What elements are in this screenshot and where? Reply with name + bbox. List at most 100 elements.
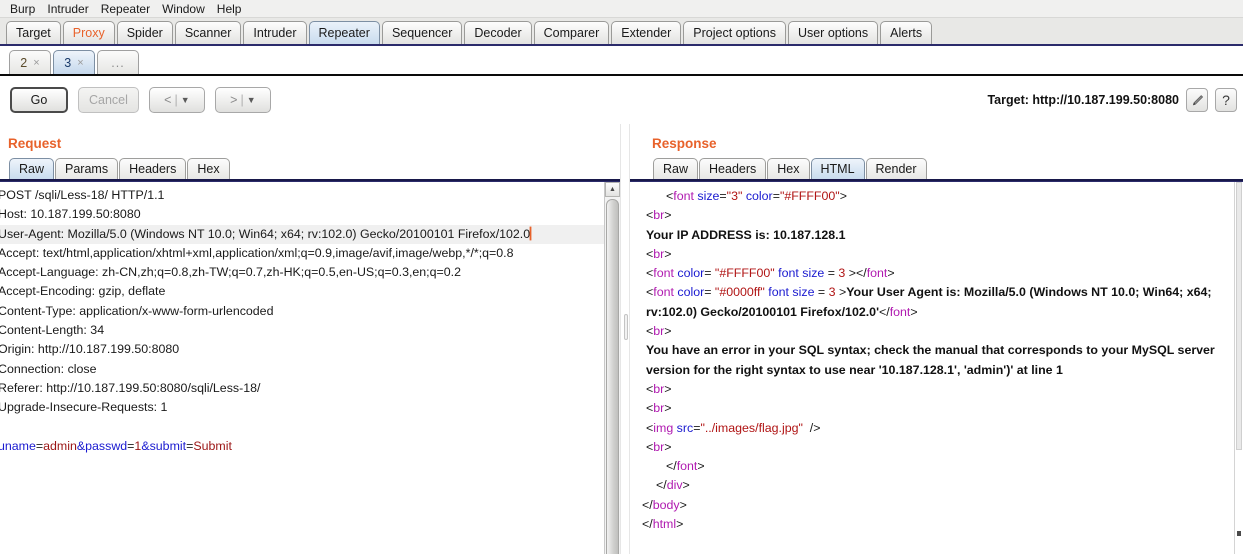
request-line: Upgrade-Insecure-Requests: 1	[0, 398, 620, 417]
response-tab-html[interactable]: HTML	[810, 158, 865, 179]
response-line: <br>	[642, 206, 1233, 225]
tab-extender[interactable]: Extender	[611, 21, 682, 44]
param-value: admin	[43, 438, 77, 453]
request-line-text: Host: 10.187.199.50:8080	[0, 207, 141, 222]
request-vertical-scrollbar[interactable]: ▲ ▼	[604, 182, 620, 554]
request-line-text: POST /sqli/Less-18/ HTTP/1.1	[0, 188, 165, 202]
help-button[interactable]: ?	[1215, 88, 1237, 112]
edit-target-button[interactable]	[1186, 88, 1208, 112]
response-token-tag: br	[653, 208, 665, 223]
response-token-val: "#0000ff"	[714, 285, 765, 300]
tab-label: Hex	[777, 162, 800, 176]
request-tab-headers[interactable]: Headers	[119, 158, 187, 179]
tab-label: Project options	[693, 26, 776, 40]
repeater-tab-label: 3	[64, 55, 72, 70]
response-token-attr: src	[676, 420, 694, 435]
response-token-tag: font	[889, 304, 911, 319]
splitter-grip[interactable]	[624, 314, 628, 340]
tab-label: HTML	[820, 162, 855, 176]
menu-item-repeater[interactable]: Repeater	[95, 1, 156, 17]
response-tab-raw[interactable]: Raw	[653, 158, 699, 179]
close-icon[interactable]: ×	[77, 57, 83, 69]
repeater-tab-3[interactable]: 3 ×	[53, 50, 95, 74]
tab-project-options[interactable]: Project options	[683, 21, 786, 44]
response-token-brk: >	[664, 208, 672, 223]
scroll-up-icon[interactable]: ▲	[605, 182, 620, 197]
tab-spider[interactable]: Spider	[116, 21, 173, 44]
response-token-brk: >	[676, 517, 684, 532]
request-editor[interactable]: POST /sqli/Less-18/ HTTP/1.1 Host: 10.187…	[0, 181, 620, 554]
tab-repeater[interactable]: Repeater	[308, 21, 380, 44]
response-token-tag: html	[652, 517, 677, 532]
repeater-toolbar: Go Cancel < | ▼ > | ▼ Target: http://10.…	[0, 76, 1243, 124]
target-label: Target: http://10.187.199.50:8080	[987, 93, 1179, 107]
tab-label: Comparer	[543, 26, 600, 40]
menu-item-help[interactable]: Help	[211, 1, 248, 17]
response-vertical-scrollbar[interactable]	[1234, 182, 1243, 554]
response-token-brk: </	[656, 478, 667, 493]
scrollbar-thumb[interactable]	[1236, 182, 1242, 450]
response-token-brk: </	[642, 497, 653, 512]
menu-item-burp[interactable]: Burp	[4, 1, 41, 17]
request-tab-raw[interactable]: Raw	[9, 158, 55, 179]
response-token-tag: br	[653, 324, 665, 339]
repeater-tab-2[interactable]: 2 ×	[9, 50, 51, 74]
request-line-text: Content-Type: application/x-www-form-url…	[0, 303, 274, 318]
tab-user-options[interactable]: User options	[787, 21, 879, 44]
request-line: Connection: close	[0, 360, 620, 379]
tab-target[interactable]: Target	[6, 21, 61, 44]
repeater-tab-label: 2	[20, 55, 28, 70]
response-tab-hex[interactable]: Hex	[767, 158, 810, 179]
response-line: </font>	[642, 457, 1233, 476]
response-token-attr: font	[778, 266, 799, 281]
response-line: </div>	[642, 476, 1233, 495]
tab-label: Render	[875, 162, 917, 176]
tab-label: Hex	[197, 162, 220, 176]
request-line-text: Accept-Language: zh-CN,zh;q=0.8,zh-TW;q=…	[0, 265, 461, 280]
target-area: Target: http://10.187.199.50:8080 ?	[987, 88, 1237, 112]
tab-label: Alerts	[890, 26, 923, 40]
forward-button[interactable]: > | ▼	[214, 87, 271, 113]
response-line: <font size="3" color="#FFFF00">	[642, 187, 1233, 206]
tab-proxy[interactable]: Proxy	[62, 21, 115, 44]
response-token-val: "#FFFF00"	[714, 266, 775, 281]
repeater-tab-moremoremore[interactable]: ...	[97, 50, 139, 74]
response-token-brk: >	[697, 459, 705, 474]
response-editor[interactable]: <font size="3" color="#FFFF00"> <br> Your …	[630, 181, 1243, 554]
response-token-brk: >	[679, 497, 687, 512]
cancel-button[interactable]: Cancel	[78, 87, 139, 113]
request-line: Accept-Language: zh-CN,zh;q=0.8,zh-TW;q=…	[0, 263, 620, 282]
request-tab-hex[interactable]: Hex	[187, 158, 230, 179]
response-line: Your IP ADDRESS is: 10.187.128.1	[642, 226, 1233, 245]
request-body-line: uname=admin&passwd=1&submit=Submit	[0, 437, 620, 456]
tab-scanner[interactable]: Scanner	[174, 21, 242, 44]
response-token-val: "../images/flag.jpg"	[700, 420, 803, 435]
menu-item-intruder[interactable]: Intruder	[41, 1, 94, 17]
go-button[interactable]: Go	[10, 87, 68, 113]
close-icon[interactable]: ×	[33, 57, 39, 69]
request-tab-params[interactable]: Params	[55, 158, 119, 179]
response-token-brk: =	[704, 266, 715, 281]
tab-decoder[interactable]: Decoder	[464, 21, 532, 44]
scrollbar-thumb[interactable]	[606, 199, 619, 554]
response-html-text[interactable]: <font size="3" color="#FFFF00"> <br> Your …	[630, 182, 1243, 554]
tab-comparer[interactable]: Comparer	[533, 21, 610, 44]
tab-sequencer[interactable]: Sequencer	[381, 21, 463, 44]
pane-splitter[interactable]	[620, 124, 630, 554]
response-token-tag: font	[653, 285, 674, 300]
menu-bar: Burp Intruder Repeater Window Help	[0, 0, 1243, 18]
response-token-brk: >	[839, 189, 847, 203]
request-line: POST /sqli/Less-18/ HTTP/1.1	[0, 186, 620, 205]
request-text[interactable]: POST /sqli/Less-18/ HTTP/1.1 Host: 10.187…	[0, 182, 620, 554]
tab-alerts[interactable]: Alerts	[880, 21, 933, 44]
repeater-tab-bar: 2 × 3 ×...	[0, 46, 1243, 76]
response-line: </html>	[642, 515, 1233, 534]
response-tab-render[interactable]: Render	[865, 158, 927, 179]
response-tab-headers[interactable]: Headers	[699, 158, 767, 179]
tab-intruder[interactable]: Intruder	[243, 21, 307, 44]
tab-label: Sequencer	[391, 26, 453, 40]
request-title: Request	[8, 136, 62, 151]
back-button[interactable]: < | ▼	[148, 87, 205, 113]
response-token-tag: font	[653, 266, 674, 281]
menu-item-window[interactable]: Window	[156, 1, 211, 17]
